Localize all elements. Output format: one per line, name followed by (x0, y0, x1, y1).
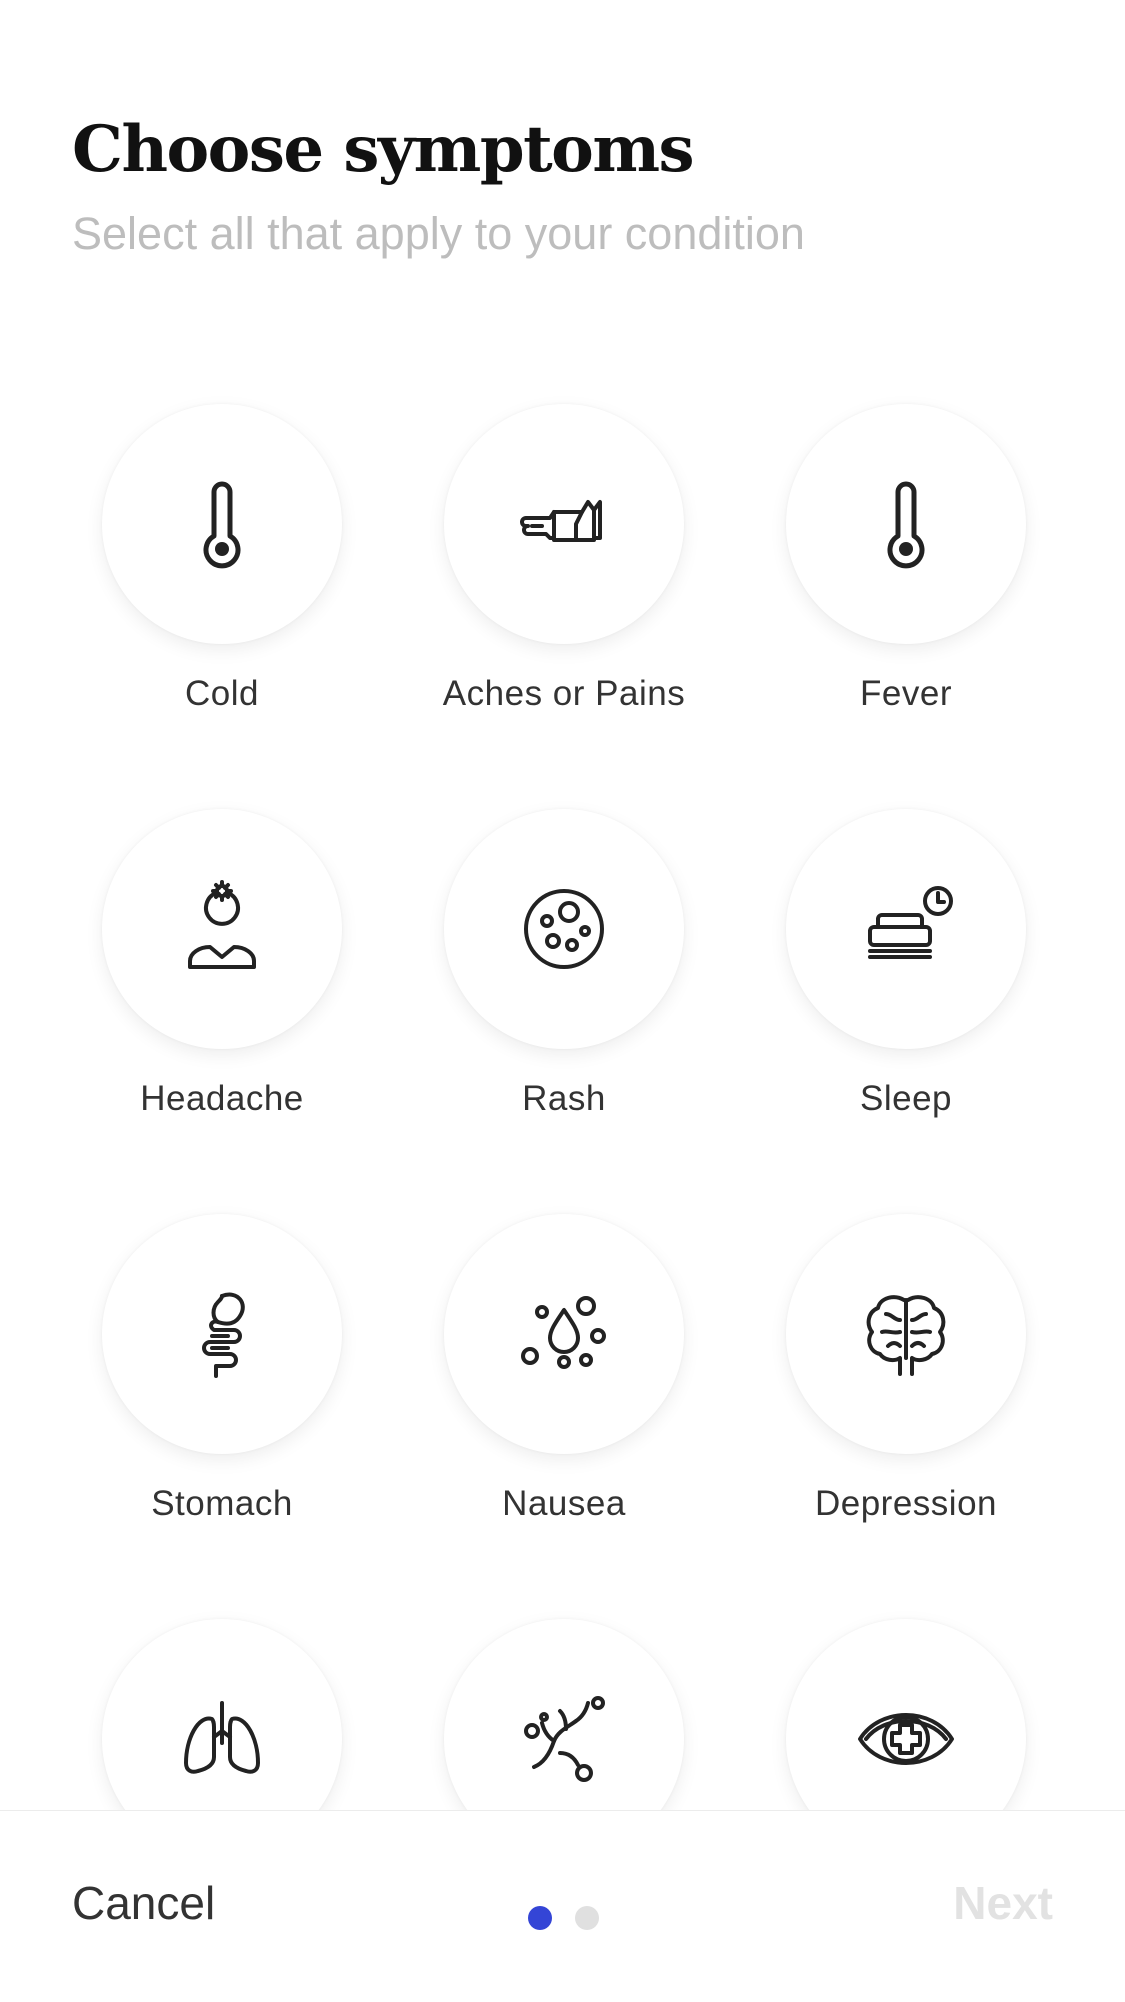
stomach-intestine-icon (202, 1292, 245, 1378)
allergy-branch-icon (524, 1696, 605, 1782)
page-dot-inactive (575, 1906, 599, 1930)
symptom-label: Cold (185, 674, 259, 713)
thermometer-icon (887, 481, 925, 569)
headache-person-icon (188, 880, 256, 969)
symptom-label: Fever (860, 674, 952, 713)
rash-spots-icon (524, 889, 604, 969)
symptom-grid: Cold Aches or Pains Fever Headache Rash … (0, 0, 1125, 1810)
symptom-button-depression[interactable] (786, 1214, 1026, 1454)
symptom-button-fever[interactable] (786, 404, 1026, 644)
symptom-label: Aches or Pains (442, 674, 686, 713)
bed-clock-icon (868, 886, 953, 959)
bottom-bar: Cancel Next (0, 1810, 1125, 2002)
symptom-button-rash[interactable] (444, 809, 684, 1049)
eye-cross-icon (858, 1713, 954, 1765)
symptom-button-allergy[interactable] (444, 1619, 684, 1810)
symptom-label: Stomach (151, 1484, 293, 1523)
symptom-button-sleep[interactable] (786, 809, 1026, 1049)
symptom-button-cold[interactable] (102, 404, 342, 644)
symptom-label: Headache (140, 1079, 304, 1118)
symptom-label: Nausea (502, 1484, 626, 1523)
nausea-drop-icon (521, 1296, 606, 1369)
symptom-button-headache[interactable] (102, 809, 342, 1049)
symptom-button-eye[interactable] (786, 1619, 1026, 1810)
symptom-button-stomach[interactable] (102, 1214, 342, 1454)
symptom-label: Depression (814, 1484, 998, 1523)
page-indicator (528, 1906, 599, 1930)
symptom-label: Sleep (859, 1079, 953, 1118)
symptom-label: Rash (522, 1079, 606, 1118)
lungs-icon (184, 1701, 260, 1774)
next-button[interactable]: Next (953, 1876, 1053, 1930)
brain-icon (866, 1295, 946, 1376)
page-dot-active (528, 1906, 552, 1930)
cancel-button[interactable]: Cancel (72, 1876, 215, 1930)
symptom-button-nausea[interactable] (444, 1214, 684, 1454)
symptom-button-aches[interactable] (444, 404, 684, 644)
thermometer-icon (203, 481, 241, 569)
arm-cast-icon (520, 500, 602, 542)
symptom-button-lungs[interactable] (102, 1619, 342, 1810)
